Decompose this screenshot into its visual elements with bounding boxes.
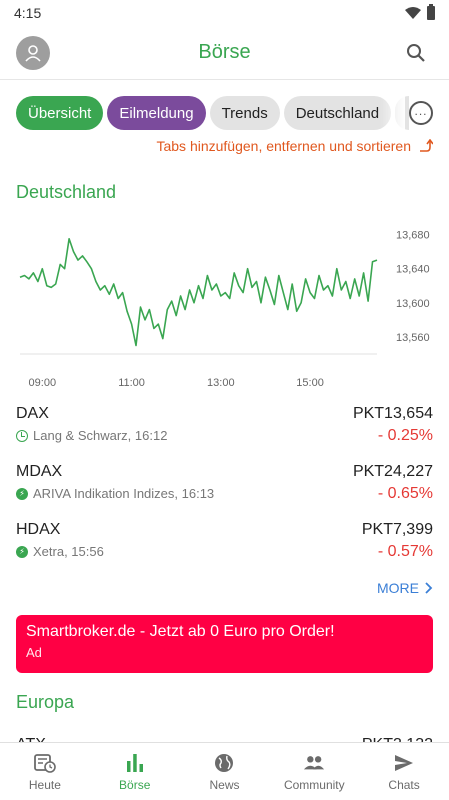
index-list: DAX Lang & Schwarz, 16:12 PKT13,654 - 0.… — [16, 405, 433, 579]
bolt-icon: ⚡ — [16, 545, 28, 558]
ad-label: Ad — [26, 645, 42, 660]
series-line-0 — [19, 237, 378, 347]
chart-svg: 13,680 13,640 13,600 13,560 09:00 11:00 13:00 1… — [19, 230, 430, 389]
app-bar: Börse — [0, 26, 449, 80]
x-tick-label: 11:00 — [118, 377, 145, 389]
index-name: DAX — [16, 405, 49, 422]
index-price: PKT13,654 — [352, 405, 433, 422]
y-tick-label: 13,600 — [396, 298, 430, 310]
nav-chats[interactable]: Chats — [359, 743, 449, 800]
y-tick-label: 13,640 — [396, 264, 430, 276]
nav-label: Heute — [28, 777, 61, 792]
ellipsis-icon: ... — [414, 103, 428, 118]
curved-arrow-icon — [420, 139, 433, 152]
index-change: - 0.57% — [377, 543, 433, 560]
battery-icon — [427, 4, 435, 20]
nav-boerse[interactable]: Börse — [90, 743, 180, 800]
index-name: MDAX — [16, 463, 63, 480]
nav-label: News — [209, 777, 240, 792]
tab-deutschland[interactable]: Deutschland — [283, 96, 392, 130]
x-tick-label: 09:00 — [29, 377, 57, 389]
user-icon — [25, 44, 41, 62]
wifi-icon — [405, 7, 421, 19]
bar-chart-icon — [124, 752, 146, 774]
y-tick-label: 13,680 — [396, 230, 430, 242]
index-change: - 0.25% — [377, 427, 433, 444]
more-tabs-button[interactable]: ... — [409, 101, 433, 125]
status-bar: 4:15 — [0, 0, 449, 26]
nav-community[interactable]: Community — [269, 743, 359, 800]
index-price: PKT24,227 — [352, 463, 433, 480]
clock-icon — [16, 429, 28, 442]
nav-news[interactable]: News — [180, 743, 270, 800]
more-link[interactable]: MORE — [377, 580, 433, 596]
tabs-row: Übersicht Eilmeldung Trends Deutschland … — [0, 80, 449, 144]
avatar[interactable] — [16, 35, 50, 70]
chevron-right-icon — [425, 582, 433, 594]
tabs-hint[interactable]: Tabs hinzufügen, entfernen und sortieren — [156, 138, 433, 154]
send-icon — [393, 752, 415, 774]
section-title-deutschland: Deutschland — [16, 182, 117, 202]
y-tick-label: 13,560 — [396, 332, 430, 344]
nav-label: Börse — [119, 777, 151, 792]
index-row-hdax[interactable]: HDAX ⚡ Xetra, 15:56 PKT7,399 - 0.57% — [16, 521, 433, 579]
nav-heute[interactable]: Heute — [0, 743, 90, 800]
search-icon — [407, 43, 425, 62]
ad-banner[interactable]: Smartbroker.de - Jetzt ab 0 Euro pro Ord… — [16, 615, 433, 673]
globe-icon — [213, 752, 235, 774]
index-source: Xetra, 15:56 — [33, 544, 104, 559]
index-row-dax[interactable]: DAX Lang & Schwarz, 16:12 PKT13,654 - 0.… — [16, 405, 433, 463]
tab-chips: Übersicht Eilmeldung Trends Deutschland — [16, 96, 410, 130]
tab-trends[interactable]: Trends — [209, 96, 280, 130]
index-price: PKT7,399 — [361, 521, 433, 538]
index-source: ARIVA Indikation Indizes, 16:13 — [33, 486, 215, 501]
index-name: HDAX — [16, 521, 61, 538]
tab-eilmeldung[interactable]: Eilmeldung — [107, 96, 206, 130]
tab-uebersicht[interactable]: Übersicht — [16, 96, 104, 130]
x-tick-label: 15:00 — [296, 377, 324, 389]
status-time: 4:15 — [14, 5, 42, 21]
nav-label: Community — [283, 777, 345, 792]
bottom-nav: Heute Börse News Community Chats — [0, 742, 449, 800]
index-source: Lang & Schwarz, 16:12 — [33, 428, 168, 443]
index-change: - 0.65% — [377, 485, 433, 502]
page-title: Börse — [198, 41, 251, 63]
more-label: MORE — [377, 580, 419, 596]
search-button[interactable] — [399, 36, 433, 70]
newspaper-clock-icon — [33, 752, 56, 774]
index-row-mdax[interactable]: MDAX ⚡ ARIVA Indikation Indizes, 16:13 P… — [16, 463, 433, 521]
tabs-hint-text: Tabs hinzufügen, entfernen und sortieren — [156, 138, 411, 154]
x-tick-label: 13:00 — [207, 377, 235, 389]
section-title-europa: Europa — [16, 692, 75, 712]
index-chart: 13,680 13,640 13,600 13,560 09:00 11:00 13:00 1… — [16, 218, 441, 396]
nav-label: Chats — [388, 777, 420, 792]
people-icon — [303, 752, 325, 774]
bolt-icon: ⚡ — [16, 487, 28, 500]
ad-title: Smartbroker.de - Jetzt ab 0 Euro pro Ord… — [26, 623, 335, 640]
